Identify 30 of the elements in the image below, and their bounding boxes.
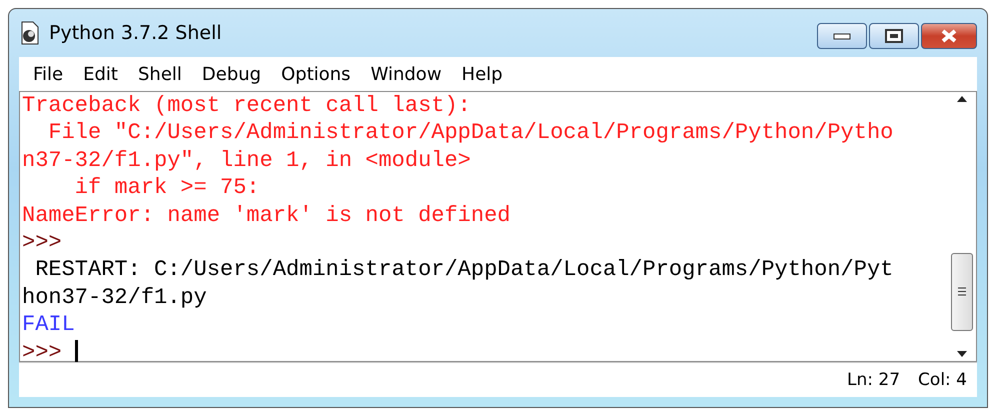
scrollbar-thumb[interactable] <box>951 252 973 330</box>
close-button[interactable] <box>921 23 977 49</box>
menu-item[interactable]: Options <box>273 62 359 86</box>
python-file-icon <box>19 21 41 45</box>
shell-line: NameError: name 'mark' is not defined <box>22 202 510 229</box>
line-number: Ln: 27 <box>847 370 900 390</box>
shell-line: File "C:/Users/Administrator/AppData/Local/Programs/Python/Pytho <box>47 119 894 147</box>
shell-line: >>> <box>22 338 63 366</box>
close-icon <box>940 29 958 43</box>
shell-line: FAIL <box>22 311 75 339</box>
minimize-icon <box>833 32 851 40</box>
menu-item[interactable]: Shell <box>130 62 190 86</box>
minimize-button[interactable] <box>817 23 867 49</box>
maximize-button[interactable] <box>869 23 919 49</box>
menu-item[interactable]: Window <box>362 62 450 86</box>
shell-line: RESTART: C:/Users/Administrator/AppData/Local/Programs/Python/Pyt <box>34 256 894 284</box>
shell-line: if mark >= 75: <box>74 174 260 202</box>
shell-line: n37-32/f1.py", line 1, in <module> <box>22 146 471 174</box>
column-number: Col: 4 <box>918 370 967 390</box>
scroll-down-icon[interactable] <box>957 351 967 357</box>
menu-item[interactable]: Debug <box>194 62 270 86</box>
scroll-up-icon[interactable] <box>957 96 967 102</box>
menu-item[interactable]: Edit <box>75 62 126 86</box>
shell-line: >>> <box>22 228 62 256</box>
menu-item[interactable]: Help <box>454 62 511 86</box>
window-title: Python 3.7.2 Shell <box>49 22 223 44</box>
shell-line: hon37-32/f1.py <box>22 284 207 312</box>
menu-item[interactable]: File <box>25 62 72 86</box>
shell-line: Traceback (most recent call last): <box>22 92 471 120</box>
maximize-icon <box>885 29 903 43</box>
